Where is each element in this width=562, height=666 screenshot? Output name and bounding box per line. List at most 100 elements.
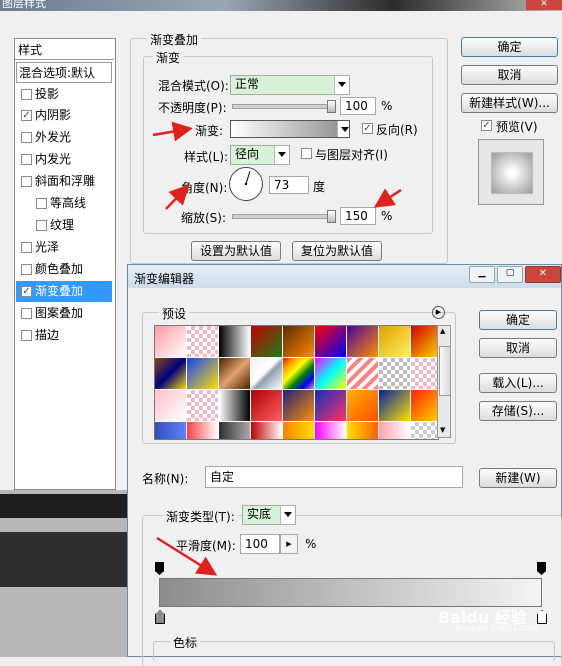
- checkbox-satin[interactable]: [21, 242, 32, 253]
- checkbox-contour[interactable]: [36, 198, 47, 209]
- preview-checkbox[interactable]: ✓: [481, 120, 492, 131]
- save-button[interactable]: 存储(S)...: [479, 401, 557, 421]
- gradient-bar[interactable]: [159, 578, 542, 607]
- align-layer-checkbox[interactable]: [301, 148, 312, 159]
- style-item-color-overlay[interactable]: 颜色叠加: [16, 259, 112, 280]
- preset-gradient-swatch[interactable]: [187, 326, 218, 357]
- preset-gradient-swatch[interactable]: [315, 326, 346, 357]
- preset-gradient-swatch[interactable]: [283, 422, 314, 439]
- preset-gradient-swatch[interactable]: [219, 358, 250, 389]
- preset-gradient-swatch[interactable]: [347, 326, 378, 357]
- style-item-inner-shadow[interactable]: ✓ 内阴影: [16, 105, 112, 126]
- preset-gradient-swatch[interactable]: [283, 358, 314, 389]
- styles-header[interactable]: 样式: [18, 41, 42, 58]
- preset-gradient-swatch[interactable]: [219, 390, 250, 421]
- chevron-down-icon[interactable]: [274, 146, 289, 164]
- style-item-stroke[interactable]: 描边: [16, 325, 112, 346]
- preset-gradient-swatch[interactable]: [347, 422, 378, 439]
- angle-input[interactable]: 73: [269, 176, 309, 194]
- editor-ok-button[interactable]: 确定: [479, 310, 557, 330]
- style-item-texture[interactable]: 纹理: [16, 215, 112, 236]
- style-item-satin[interactable]: 光泽: [16, 237, 112, 258]
- smoothness-input[interactable]: 100: [240, 534, 280, 554]
- scroll-down-icon[interactable]: ▼: [440, 426, 445, 434]
- chevron-down-icon[interactable]: [337, 121, 349, 137]
- set-default-button[interactable]: 设置为默认值: [191, 241, 281, 261]
- checkbox-pattern-overlay[interactable]: [21, 308, 32, 319]
- style-item-pattern-overlay[interactable]: 图案叠加: [16, 303, 112, 324]
- preset-gradient-swatch[interactable]: [187, 390, 218, 421]
- style-item-contour[interactable]: 等高线: [16, 193, 112, 214]
- gradient-type-select[interactable]: 实底: [242, 505, 296, 525]
- preset-gradient-swatch[interactable]: [315, 422, 346, 439]
- preset-gradient-swatch[interactable]: [283, 390, 314, 421]
- reverse-checkbox[interactable]: ✓: [362, 123, 373, 134]
- preset-gradient-swatch[interactable]: [155, 422, 186, 439]
- style-item-outer-glow[interactable]: 外发光: [16, 127, 112, 148]
- checkbox-color-overlay[interactable]: [21, 264, 32, 275]
- checkbox-inner-glow[interactable]: [21, 154, 32, 165]
- cancel-button[interactable]: 取消: [461, 65, 558, 85]
- scrollbar-thumb[interactable]: [439, 346, 451, 396]
- preset-gradient-swatch[interactable]: [379, 390, 410, 421]
- scroll-up-icon[interactable]: ▲: [440, 327, 445, 335]
- opacity-input[interactable]: 100: [340, 97, 376, 115]
- style-item-blend-options[interactable]: 混合选项:默认: [16, 62, 112, 83]
- ok-button[interactable]: 确定: [461, 37, 558, 57]
- checkbox-texture[interactable]: [36, 220, 47, 231]
- angle-dial[interactable]: [229, 167, 263, 201]
- load-button[interactable]: 载入(L)...: [479, 373, 557, 393]
- style-item-gradient-overlay[interactable]: ✓ 渐变叠加: [16, 281, 112, 302]
- preset-gradient-swatch[interactable]: [411, 390, 438, 421]
- preset-gradient-swatch[interactable]: [315, 358, 346, 389]
- preset-gradient-swatch[interactable]: [251, 358, 282, 389]
- style-item-drop-shadow[interactable]: 投影: [16, 84, 112, 105]
- preset-gradient-swatch[interactable]: [411, 326, 438, 357]
- presets-menu-icon[interactable]: ▶: [432, 306, 445, 319]
- style-item-inner-glow[interactable]: 内发光: [16, 149, 112, 170]
- checkbox-inner-shadow[interactable]: ✓: [21, 110, 32, 121]
- checkbox-outer-glow[interactable]: [21, 132, 32, 143]
- preset-gradient-swatch[interactable]: [411, 358, 438, 389]
- name-input[interactable]: 自定: [205, 466, 463, 488]
- checkbox-gradient-overlay[interactable]: ✓: [21, 286, 32, 297]
- preset-gradient-swatch[interactable]: [155, 358, 186, 389]
- preset-gradient-swatch[interactable]: [155, 326, 186, 357]
- style-select[interactable]: 径向: [230, 145, 290, 165]
- close-icon[interactable]: ✕: [526, 0, 562, 10]
- editor-cancel-button[interactable]: 取消: [479, 338, 557, 358]
- gradient-preview-swatch[interactable]: [230, 120, 350, 138]
- preset-gradient-swatch[interactable]: [347, 358, 378, 389]
- preset-gradient-swatch[interactable]: [315, 390, 346, 421]
- new-gradient-button[interactable]: 新建(W): [479, 468, 557, 488]
- preset-gradient-swatch[interactable]: [251, 390, 282, 421]
- preset-gradient-swatch[interactable]: [251, 326, 282, 357]
- smoothness-stepper-icon[interactable]: ▶: [280, 534, 298, 554]
- checkbox-stroke[interactable]: [21, 330, 32, 341]
- chevron-down-icon[interactable]: [280, 506, 295, 524]
- checkbox-bevel-emboss[interactable]: [21, 176, 32, 187]
- new-style-button[interactable]: 新建样式(W)...: [461, 93, 558, 113]
- opacity-slider[interactable]: [232, 104, 334, 109]
- preset-gradient-swatch[interactable]: [379, 326, 410, 357]
- preset-gradient-swatch[interactable]: [187, 358, 218, 389]
- preset-gradient-swatch[interactable]: [251, 422, 282, 439]
- scale-slider-handle[interactable]: [327, 210, 336, 223]
- style-item-bevel-emboss[interactable]: 斜面和浮雕: [16, 171, 112, 192]
- preset-gradient-swatch[interactable]: [219, 422, 250, 439]
- chevron-down-icon[interactable]: [334, 76, 349, 94]
- editor-close-icon[interactable]: ✕: [525, 266, 561, 283]
- preset-gradient-swatch[interactable]: [379, 422, 410, 439]
- preset-gradient-swatch[interactable]: [187, 422, 218, 439]
- preset-gradient-swatch[interactable]: [283, 326, 314, 357]
- scale-slider[interactable]: [232, 214, 334, 219]
- reset-default-button[interactable]: 复位为默认值: [292, 241, 382, 261]
- maximize-icon[interactable]: ▢: [497, 266, 523, 283]
- preset-gradient-swatch[interactable]: [411, 422, 438, 439]
- checkbox-drop-shadow[interactable]: [21, 89, 32, 100]
- presets-scrollbar[interactable]: ▲ ▼: [437, 325, 451, 438]
- blend-mode-select[interactable]: 正常: [230, 75, 350, 95]
- opacity-slider-handle[interactable]: [327, 100, 336, 113]
- minimize-icon[interactable]: ▁: [469, 266, 495, 283]
- preset-gradient-swatch[interactable]: [219, 326, 250, 357]
